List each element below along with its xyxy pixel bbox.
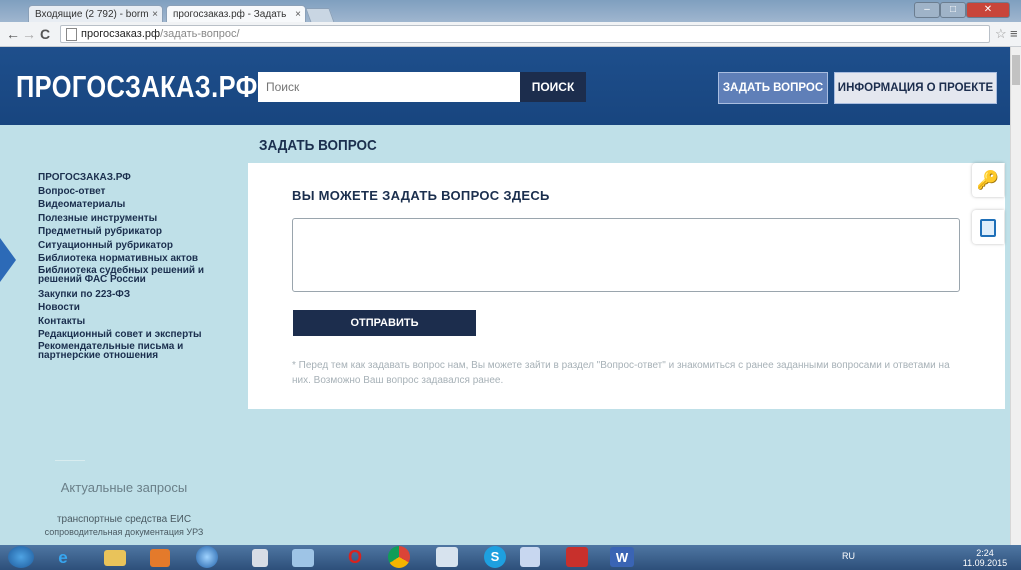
bookmark-star-icon[interactable]: ☆	[995, 26, 1007, 42]
url-domain: прогосзаказ.рф	[81, 28, 161, 40]
sidebar-item-normative-library[interactable]: Библиотека нормативных актов	[38, 252, 243, 266]
sidebar-item-subject-rubricator[interactable]: Предметный рубрикатор	[38, 225, 243, 239]
page-title: ЗАДАТЬ ВОПРОС	[259, 137, 377, 154]
pdf-icon[interactable]	[566, 547, 588, 567]
url-path: /задать-вопрос/	[160, 28, 240, 40]
main-content: ЗАДАТЬ ВОПРОС ВЫ МОЖЕТЕ ЗАДАТЬ ВОПРОС ЗД…	[248, 125, 1010, 545]
clock-time: 2:24	[976, 548, 994, 558]
maximize-button[interactable]: □	[940, 2, 966, 18]
volume-icon[interactable]	[292, 549, 314, 567]
sidebar-item-223fz[interactable]: Закупки по 223-ФЗ	[38, 288, 243, 302]
sidebar-item-situation-rubricator[interactable]: Ситуационный рубрикатор	[38, 239, 243, 253]
submit-button[interactable]: ОТПРАВИТЬ	[293, 310, 476, 336]
panel-heading: ВЫ МОЖЕТЕ ЗАДАТЬ ВОПРОС ЗДЕСЬ	[292, 188, 550, 203]
save-icon[interactable]	[520, 547, 540, 567]
page-icon	[66, 28, 77, 41]
question-panel: ВЫ МОЖЕТЕ ЗАДАТЬ ВОПРОС ЗДЕСЬ ОТПРАВИТЬ …	[248, 163, 1005, 409]
menu-icon[interactable]: ≡	[1010, 26, 1018, 41]
document-icon-shape	[980, 219, 996, 237]
sidebar-item-tools[interactable]: Полезные инструменты	[38, 212, 243, 226]
document-icon[interactable]	[972, 210, 1004, 244]
popular-query[interactable]: транспортные средства ЕИС	[0, 514, 248, 525]
forward-arrow-icon[interactable]: →	[22, 25, 36, 43]
browser-tab-bar: Входящие (2 792) - borm × прогосзаказ.рф…	[0, 0, 1021, 23]
windows-taskbar: e O S W RU 2:24 11.09.2015	[0, 545, 1021, 570]
tab-label: прогосзаказ.рф - Задать	[173, 9, 287, 20]
globe-icon[interactable]	[196, 546, 218, 568]
sidebar-item-court-library[interactable]: Библиотека судебных решений и решений ФА…	[38, 265, 243, 285]
divider	[55, 460, 85, 461]
sidebar-nav: ПРОГОСЗАКАЗ.РФ Вопрос-ответ Видеоматериа…	[38, 171, 243, 364]
file-icon[interactable]	[252, 549, 268, 567]
sidebar: ПРОГОСЗАКАЗ.РФ Вопрос-ответ Видеоматериа…	[0, 125, 248, 545]
url-field[interactable]: прогосзаказ.рф/задать-вопрос/	[60, 25, 990, 43]
sidebar-item-video[interactable]: Видеоматериалы	[38, 198, 243, 212]
close-icon[interactable]: ×	[152, 6, 158, 22]
close-window-button[interactable]: ✕	[966, 2, 1010, 18]
hint-note: * Перед тем как задавать вопрос нам, Вы …	[292, 360, 950, 386]
browser-tab-active[interactable]: прогосзаказ.рф - Задать ×	[166, 5, 306, 22]
internet-explorer-icon[interactable]: e	[48, 547, 78, 568]
media-player-icon[interactable]	[150, 549, 170, 567]
new-tab-button[interactable]	[305, 8, 335, 23]
search-button[interactable]: ПОИСК	[520, 72, 586, 102]
back-arrow-icon[interactable]: ←	[6, 25, 20, 43]
site-logo[interactable]: ПРОГОСЗАКАЗ.РФ	[16, 69, 258, 105]
skype-icon[interactable]: S	[484, 546, 506, 568]
scrollbar-thumb[interactable]	[1012, 55, 1020, 85]
popular-query[interactable]: сопроводительная документация УРЗ	[0, 527, 248, 537]
sidebar-item-home[interactable]: ПРОГОСЗАКАЗ.РФ	[38, 171, 243, 185]
windows-start-icon[interactable]	[8, 546, 34, 568]
sidebar-item-qa[interactable]: Вопрос-ответ	[38, 185, 243, 199]
search-input[interactable]	[258, 72, 520, 102]
side-arrow-icon	[0, 238, 16, 282]
tab-label: Входящие (2 792) - borm	[35, 9, 149, 20]
address-bar: ← → C прогосзаказ.рф/задать-вопрос/ ☆ ≡	[0, 22, 1021, 47]
page-scrollbar[interactable]	[1010, 47, 1021, 545]
key-icon[interactable]: 🔑	[972, 163, 1004, 197]
close-icon[interactable]: ×	[295, 6, 301, 22]
project-info-button[interactable]: ИНФОРМАЦИЯ О ПРОЕКТЕ	[834, 72, 997, 104]
browser-tab-mail[interactable]: Входящие (2 792) - borm ×	[28, 5, 163, 22]
question-textarea[interactable]	[292, 218, 960, 292]
system-clock[interactable]: 2:24 11.09.2015	[955, 548, 1015, 568]
folder-icon[interactable]	[104, 550, 126, 566]
minimize-button[interactable]: –	[914, 2, 940, 18]
chrome-icon[interactable]	[388, 546, 410, 568]
language-indicator[interactable]: RU	[842, 551, 855, 561]
sidebar-item-letters[interactable]: Рекомендательные письма и партнерские от…	[38, 341, 243, 361]
settings-icon[interactable]	[436, 547, 458, 567]
sidebar-item-contacts[interactable]: Контакты	[38, 315, 243, 329]
sidebar-item-news[interactable]: Новости	[38, 301, 243, 315]
opera-icon[interactable]: O	[340, 547, 370, 568]
ask-question-button[interactable]: ЗАДАТЬ ВОПРОС	[718, 72, 828, 104]
clock-date: 11.09.2015	[962, 558, 1008, 568]
site-header: ПРОГОСЗАКАЗ.РФ ПОИСК ЗАДАТЬ ВОПРОС ИНФОР…	[0, 47, 1010, 125]
sidebar-item-editorial[interactable]: Редакционный совет и эксперты	[38, 328, 243, 342]
reload-icon[interactable]: C	[40, 25, 50, 43]
popular-queries-title: Актуальные запросы	[60, 480, 188, 495]
word-icon[interactable]: W	[610, 547, 634, 567]
